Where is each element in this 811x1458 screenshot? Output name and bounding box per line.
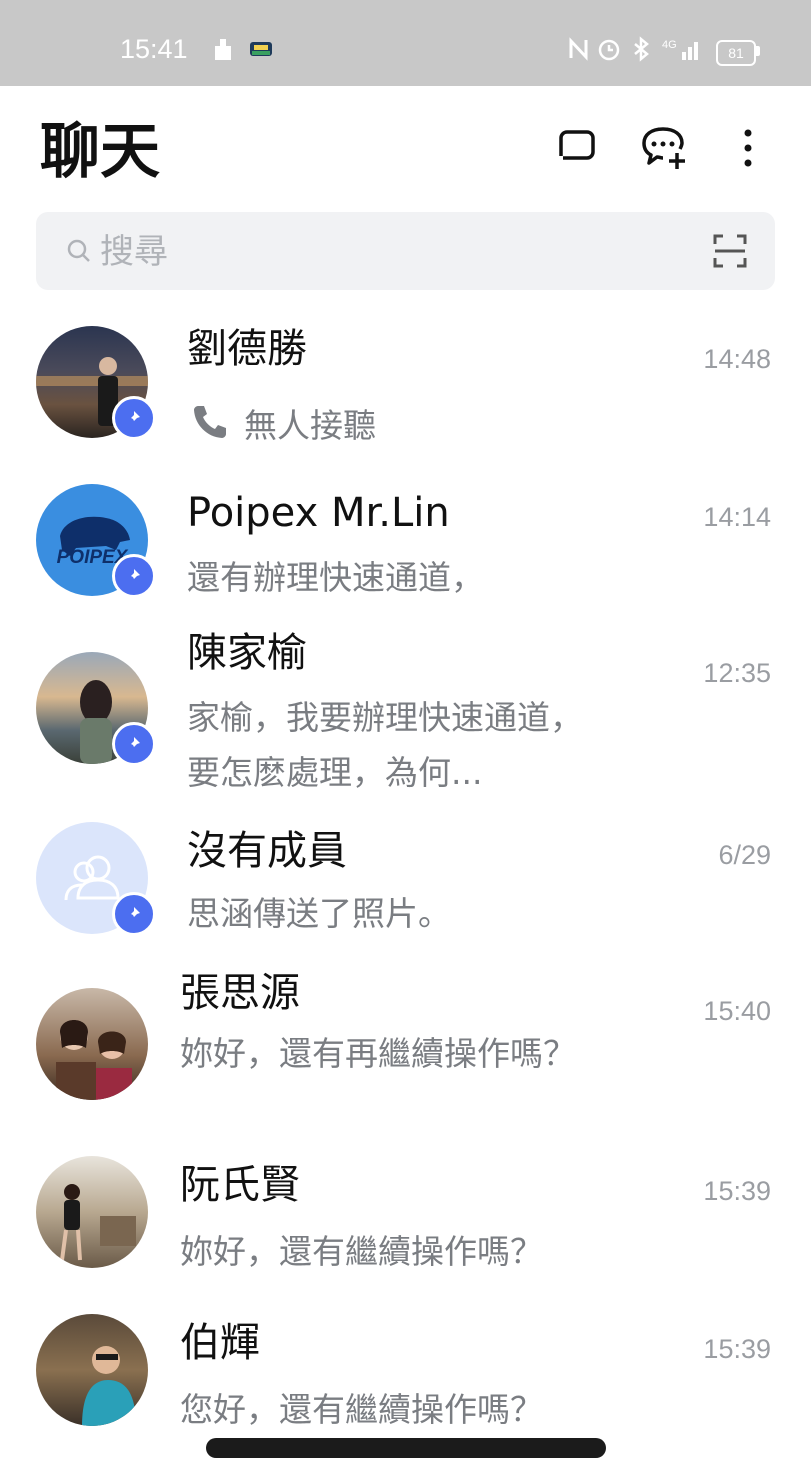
pin-badge [112,396,156,440]
more-vertical-icon [744,129,752,167]
chat-name: 沒有成員 [187,828,347,874]
battery-tip [756,46,760,56]
pin-icon [128,411,140,424]
chat-time: 15:39 [703,1176,771,1206]
chat-time: 15:39 [703,1334,771,1364]
bluetooth-icon [634,36,649,62]
pin-icon [128,737,140,750]
chat-name: 陳家榆 [187,630,307,676]
status-time: 15:41 [120,34,188,64]
svg-text:4G: 4G [662,39,677,51]
nfc-icon [569,37,588,61]
chat-item[interactable]: 伯輝 您好，還有繼續操作嗎？ 15:39 [0,1308,811,1448]
chat-item[interactable]: POIPEX Poipex Mr.Lin 還有辦理快速通道， 14:14 [0,480,811,620]
qr-scan-icon[interactable] [712,233,748,269]
battery-indicator: 81 [716,40,756,66]
avatar [36,1156,148,1268]
person-photo [56,1020,132,1100]
open-chat-button[interactable] [551,122,603,174]
new-chat-button[interactable] [638,122,690,174]
chat-name: Poipex Mr.Lin [187,490,450,536]
chat-item[interactable]: 張思源 妳好，還有再繼續操作嗎？ 15:40 [0,962,811,1136]
add-chat-icon [642,127,685,169]
chat-name: 伯輝 [180,1320,260,1366]
pin-badge [112,554,156,598]
avatar [36,988,148,1100]
status-bar: 15:41 4G 81 [0,0,811,86]
pin-badge [112,892,156,936]
chat-preview: 家榆，我要辦理快速通道，要怎麽處理，為何... [187,698,583,792]
pin-icon [128,569,140,582]
chat-item[interactable]: 陳家榆 家榆，我要辦理快速通道，要怎麽處理，為何... 12:35 [0,624,811,808]
home-indicator[interactable] [206,1438,606,1458]
pin-icon [128,907,140,920]
more-options-button[interactable] [722,122,774,174]
chat-item[interactable]: 阮氏賢 妳好，還有繼續操作嗎？ 15:39 [0,1150,811,1290]
chat-preview: 您好，還有繼續操作嗎？ [180,1390,543,1429]
chat-window-icon [559,130,595,160]
chat-preview: 妳好，還有再繼續操作嗎？ [180,1034,576,1073]
pin-badge [112,722,156,766]
chat-name: 張思源 [180,970,300,1016]
chat-time: 12:35 [703,658,771,688]
chat-time: 14:14 [703,502,771,532]
search-icon [67,239,90,262]
person-photo [82,1346,136,1426]
person-photo [60,1184,136,1261]
chat-time: 14:48 [703,344,771,374]
avatar [36,1314,148,1426]
chat-preview: 妳好，還有繼續操作嗎？ [180,1232,543,1271]
chat-preview: 還有辦理快速通道， [187,558,484,597]
cleaner-icon [215,39,231,60]
chat-item[interactable]: 劉德勝 無人接聽 14:48 [0,322,811,472]
page-title: 聊天 [40,117,160,187]
signal-4g-icon: 4G [662,39,698,60]
chat-preview: 無人接聽 [244,406,376,445]
phone-icon [190,402,234,446]
chat-time: 6/29 [718,840,771,870]
chat-item[interactable]: 沒有成員 思涵傳送了照片。 6/29 [0,818,811,952]
chat-name: 阮氏賢 [180,1162,300,1208]
app-notification-icon [250,42,272,56]
chat-preview: 思涵傳送了照片。 [187,894,451,933]
search-placeholder: 搜尋 [100,232,168,272]
chat-name: 劉德勝 [187,326,307,372]
chat-time: 15:40 [703,996,771,1026]
alarm-icon [598,39,620,61]
search-bar[interactable]: 搜尋 [36,212,775,290]
